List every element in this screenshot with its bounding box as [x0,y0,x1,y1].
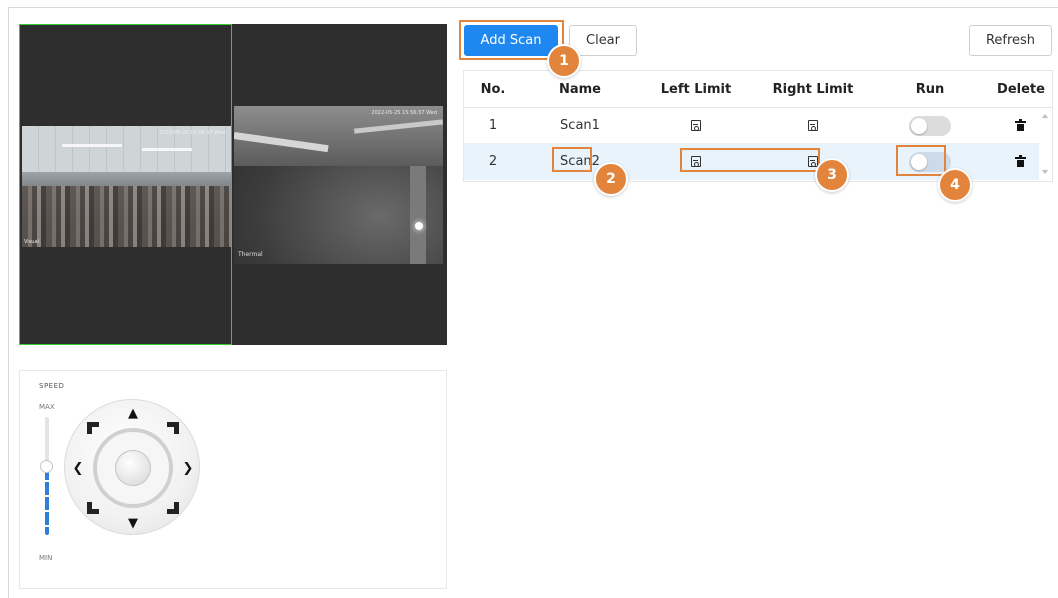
left-limit-cell [638,108,754,144]
pan-up-left-icon[interactable] [87,422,99,434]
toggle-knob [911,117,927,134]
office-desks [22,186,231,247]
scroll-down-icon[interactable] [1042,170,1048,174]
run-cell [872,144,988,180]
visible-channel-window[interactable]: 2022-05-25 15:56:37 Wed Visual [19,24,232,345]
delete-icon[interactable] [1014,118,1026,131]
thermal-camera-feed[interactable]: 2022-05-25 15:56:37 Wed Thermal [234,106,443,264]
run-cell [872,108,988,144]
pan-up-right-icon[interactable] [167,422,179,434]
page-top-border [8,7,1058,8]
thermal-hot-spot [415,222,423,230]
left-limit-cell [638,144,754,180]
table-row[interactable]: 1 Scan1 [464,108,1052,144]
thermal-timestamp: 2022-05-25 15:56:37 Wed [371,110,437,116]
visible-camera-feed: 2022-05-25 15:56:37 Wed Visual [22,126,231,247]
header-left-limit: Left Limit [660,82,732,97]
scan-table: No. Name Left Limit Right Limit Run Dele… [463,70,1053,182]
speed-slider-handle[interactable] [40,460,53,473]
save-right-limit-icon[interactable] [808,120,818,131]
speed-slider-fill [45,467,49,535]
pan-right-icon[interactable]: ❯ [179,459,197,477]
pan-down-right-icon[interactable] [167,502,179,514]
thermal-channel-label: Thermal [238,251,263,258]
run-toggle[interactable] [909,151,951,172]
toggle-knob [911,153,927,170]
callout-badge: 3 [815,158,849,192]
ceiling-lamp [142,148,192,151]
visible-timestamp: 2022-05-25 15:56:37 Wed [159,130,225,136]
row-number: 2 [488,154,498,169]
run-toggle[interactable] [909,115,951,136]
delete-icon[interactable] [1014,154,1026,167]
pan-up-icon[interactable]: ▲ [124,404,142,422]
pan-down-icon[interactable]: ▼ [124,514,142,532]
ptz-control-panel: SPEED MAX MIN ▲ ▼ ❮ ❯ [19,370,447,589]
ptz-direction-pad: ▲ ▼ ❮ ❯ [64,399,200,535]
save-left-limit-icon[interactable] [691,120,701,131]
header-run: Run [915,82,945,97]
right-limit-cell [754,144,872,180]
clear-button[interactable]: Clear [569,25,637,56]
scan-name[interactable]: Scan1 [522,108,638,144]
speed-min-label: MIN [39,554,53,562]
visible-channel-label: Visual [24,239,39,245]
header-delete: Delete [997,82,1045,97]
save-left-limit-icon[interactable] [691,156,701,167]
callout-badge: 2 [594,162,628,196]
callout-badge: 1 [547,44,581,78]
scan-config-page: 2022-05-25 15:56:37 Wed Visual 2022-05-2… [0,0,1058,598]
table-header: No. Name Left Limit Right Limit Run Dele… [464,71,1052,108]
header-name: Name [558,82,601,97]
page-left-border [8,7,9,598]
callout-badge: 4 [938,168,972,202]
row-number: 1 [488,118,498,133]
thermal-pillar [410,166,426,264]
header-right-limit: Right Limit [772,82,854,97]
header-no: No. [480,82,506,97]
table-scrollbar[interactable] [1039,108,1052,181]
scroll-up-icon[interactable] [1042,114,1048,118]
pan-down-left-icon[interactable] [87,502,99,514]
speed-max-label: MAX [39,403,55,411]
ceiling-lamp [62,144,122,147]
add-scan-button[interactable]: Add Scan [464,25,558,56]
pan-left-icon[interactable]: ❮ [69,459,87,477]
ptz-center-button[interactable] [115,450,151,486]
right-limit-cell [754,108,872,144]
refresh-button[interactable]: Refresh [969,25,1052,56]
video-panel: 2022-05-25 15:56:37 Wed Visual 2022-05-2… [19,24,447,345]
speed-label: SPEED [39,382,65,390]
